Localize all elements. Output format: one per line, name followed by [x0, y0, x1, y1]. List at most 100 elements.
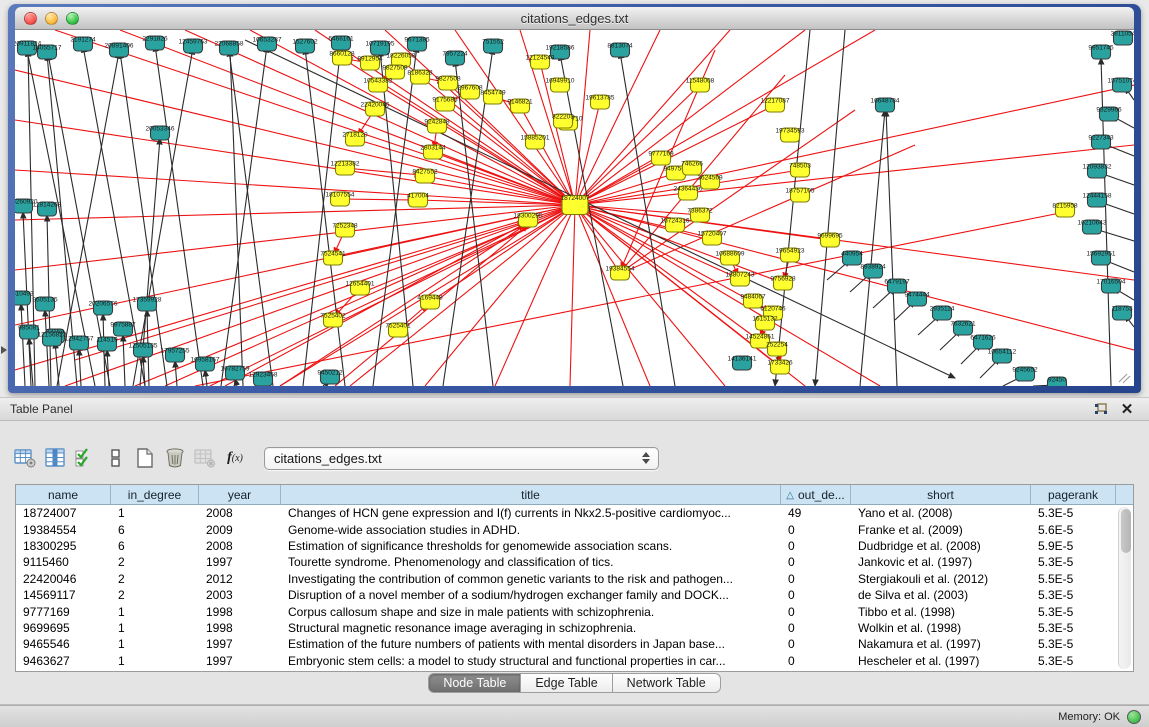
svg-text:7525402: 7525402	[320, 313, 346, 320]
table-cell: 0	[781, 605, 851, 619]
svg-text:15692951: 15692951	[1087, 251, 1116, 258]
svg-text:9146821: 9146821	[507, 99, 533, 106]
panel-collapse-arrow-icon[interactable]	[1, 346, 7, 354]
table-row[interactable]: 911546021997Tourette syndrome. Phenomeno…	[16, 554, 1117, 570]
table-cell: Yano et al. (2008)	[851, 506, 1031, 520]
table-cell: 14569117	[16, 588, 111, 602]
table-cell: Estimation of significance thresholds fo…	[281, 539, 781, 553]
column-header-in_degree[interactable]: in_degree	[111, 485, 199, 505]
close-panel-icon[interactable]: ✕	[1117, 400, 1137, 418]
table-cell: 1997	[199, 654, 281, 668]
svg-text:12156823: 12156823	[38, 332, 67, 339]
svg-text:19654923: 19654923	[776, 248, 805, 255]
select-all-button[interactable]	[70, 445, 100, 471]
svg-text:9474444: 9474444	[904, 292, 930, 299]
table-row[interactable]: 946362711997Embryonic stem cells: a mode…	[16, 653, 1117, 669]
table-cell: Dudbridge et al. (2008)	[851, 539, 1031, 553]
table-row[interactable]: 1872400712008Changes of HCN gene express…	[16, 505, 1117, 521]
table-body: 1872400712008Changes of HCN gene express…	[16, 505, 1117, 671]
table-cell: Changes of HCN gene expression and I(f) …	[281, 506, 781, 520]
svg-text:440954: 440954	[841, 251, 863, 258]
network-view-window: citations_edges.txt 20911824140557173191…	[8, 4, 1141, 393]
tab-edge-table[interactable]: Edge Table	[521, 673, 612, 693]
svg-text:10688609: 10688609	[716, 251, 745, 258]
svg-text:10719195: 10719195	[366, 41, 395, 48]
table-cell: 5.3E-5	[1031, 637, 1116, 651]
column-header-title[interactable]: title	[281, 485, 781, 505]
column-header-name[interactable]: name	[16, 485, 111, 505]
tab-node-table[interactable]: Node Table	[428, 673, 521, 693]
table-cell: Stergiakouli et al. (2012)	[851, 572, 1031, 586]
svg-text:7632621: 7632621	[950, 321, 976, 328]
table-scrollbar[interactable]	[1118, 507, 1131, 669]
table-row[interactable]: 1456911722003Disruption of a novel membe…	[16, 587, 1117, 603]
column-header-pagerank[interactable]: pagerank	[1031, 485, 1116, 505]
svg-text:12459763: 12459763	[179, 39, 208, 46]
column-header-short[interactable]: short	[851, 485, 1031, 505]
table-cell: 1	[111, 605, 199, 619]
table-cell: 1	[111, 654, 199, 668]
table-cell: Genome-wide association studies in ADHD.	[281, 523, 781, 537]
svg-text:6120746: 6120746	[760, 306, 786, 313]
svg-text:16648784: 16648784	[871, 98, 900, 105]
table-cell: 5.3E-5	[1031, 621, 1116, 635]
svg-text:11548008: 11548008	[686, 78, 715, 85]
table-cell: 2	[111, 555, 199, 569]
table-settings-button[interactable]	[10, 445, 40, 471]
window-title-bar[interactable]: citations_edges.txt	[15, 7, 1134, 30]
new-table-button[interactable]	[130, 445, 160, 471]
svg-text:12217087: 12217087	[761, 98, 790, 105]
sort-ascending-icon: △	[786, 490, 794, 501]
svg-text:114519: 114519	[96, 337, 118, 344]
svg-text:10654112: 10654112	[988, 349, 1017, 356]
row-height-button[interactable]	[100, 445, 130, 471]
table-cell: Nakamura et al. (1997)	[851, 637, 1031, 651]
svg-text:2967608: 2967608	[457, 85, 483, 92]
svg-text:2803144: 2803144	[420, 145, 446, 152]
table-cell: 2008	[199, 506, 281, 520]
table-selector-dropdown[interactable]: citations_edges.txt	[264, 447, 659, 470]
citation-network-graph[interactable]: 2091182414055717319127420891406229182612…	[15, 30, 1134, 386]
svg-text:18107554: 18107554	[326, 192, 355, 199]
column-header-label: year	[228, 488, 251, 502]
column-header-label: in_degree	[128, 488, 181, 502]
svg-text:12505135: 12505135	[129, 343, 158, 350]
network-canvas[interactable]: 2091182414055717319127420891406229182612…	[15, 30, 1134, 386]
table-row[interactable]: 1830029562008Estimation of significance …	[16, 538, 1117, 554]
svg-text:12124549: 12124549	[526, 55, 555, 62]
table-scrollbar-thumb[interactable]	[1121, 509, 1131, 553]
table-cell: 1997	[199, 555, 281, 569]
svg-text:9756928: 9756928	[770, 276, 796, 283]
table-cell: 0	[781, 555, 851, 569]
show-columns-button[interactable]	[40, 445, 70, 471]
svg-text:10653287: 10653287	[253, 37, 282, 44]
table-cell: 0	[781, 539, 851, 553]
svg-text:6471626: 6471626	[970, 335, 996, 342]
table-cell: 1998	[199, 621, 281, 635]
table-cell: 0	[781, 572, 851, 586]
table-row[interactable]: 1938455462009Genome-wide association stu…	[16, 521, 1117, 537]
table-cell: 9115460	[16, 555, 111, 569]
memory-status-indicator[interactable]	[1127, 710, 1141, 724]
table-cell: 2	[111, 572, 199, 586]
svg-text:19734593: 19734593	[776, 128, 805, 135]
column-header-out_de[interactable]: △out_de...	[781, 485, 851, 505]
status-bar: Memory: OK	[0, 705, 1149, 727]
table-row[interactable]: 946554611997Estimation of the future num…	[16, 636, 1117, 652]
table-cell: de Silva et al. (2003)	[851, 588, 1031, 602]
svg-text:6479197: 6479197	[884, 279, 910, 286]
table-row[interactable]: 969969511998Structural magnetic resonanc…	[16, 620, 1117, 636]
table-row[interactable]: 977716911998Corpus callosum shape and si…	[16, 603, 1117, 619]
table-row[interactable]: 2242004622012Investigating the contribut…	[16, 571, 1117, 587]
svg-text:18807243: 18807243	[726, 272, 755, 279]
table-cell: 6	[111, 523, 199, 537]
svg-text:9975887: 9975887	[110, 322, 136, 329]
svg-text:9951745: 9951745	[1088, 45, 1114, 52]
table-cell: Tibbo et al. (1998)	[851, 605, 1031, 619]
svg-text:7386372: 7386372	[687, 208, 713, 215]
column-header-year[interactable]: year	[199, 485, 281, 505]
delete-rows-button[interactable]	[160, 445, 190, 471]
tab-network-table[interactable]: Network Table	[613, 673, 721, 693]
float-panel-icon[interactable]	[1091, 400, 1111, 418]
function-builder-button[interactable]: f(x)	[220, 445, 250, 471]
